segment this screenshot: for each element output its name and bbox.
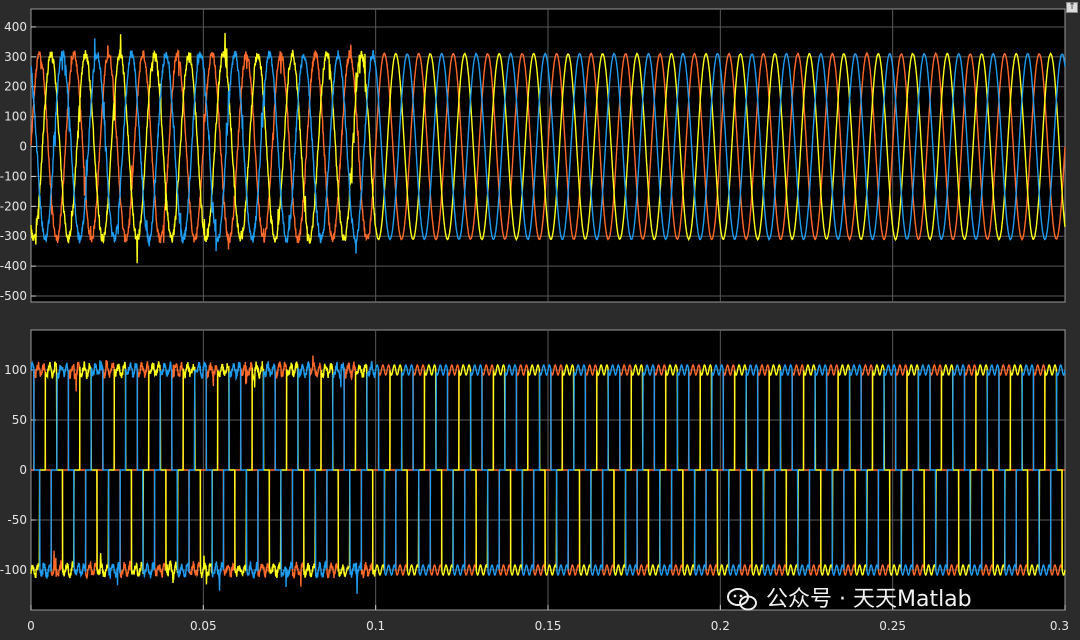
x-tick-label: 0.2 <box>711 619 730 633</box>
x-tick-label: 0.3 <box>1050 619 1069 633</box>
lower-current-axes: 100 50 0 -50 -100 <box>0 329 1066 611</box>
y-tick-label: -100 <box>0 563 27 577</box>
x-tick-label: 0 <box>27 619 35 633</box>
x-tick-label: 0.25 <box>879 619 906 633</box>
upper-voltage-axes: 400 300 200 100 0 -100 -200 -300 -400 -500 <box>0 8 1066 303</box>
y-tick-label: 100 <box>4 110 27 124</box>
y-tick-label: 0 <box>19 140 27 154</box>
y-tick-label: -200 <box>0 199 27 213</box>
y-tick-label: -300 <box>0 229 27 243</box>
y-tick-label: 300 <box>4 50 27 64</box>
restore-icon[interactable]: ↑ <box>1066 2 1078 13</box>
x-tick-label: 0.05 <box>190 619 217 633</box>
y-tick-label: -500 <box>0 289 27 303</box>
y-tick-label: 400 <box>4 20 27 34</box>
y-tick-label: -50 <box>7 513 27 527</box>
y-tick-label: 200 <box>4 80 27 94</box>
y-tick-label: -100 <box>0 169 27 183</box>
y-tick-label: 50 <box>12 413 27 427</box>
y-tick-label: 100 <box>4 363 27 377</box>
y-tick-label: -400 <box>0 259 27 273</box>
y-tick-label: 0 <box>19 463 27 477</box>
scope-figure: 4003002001000-100-200-300-400-500 100500… <box>0 8 1069 633</box>
watermark-text: 公众号 · 天天Matlab <box>766 587 972 612</box>
x-tick-label: 0.1 <box>366 619 385 633</box>
x-tick-label: 0.15 <box>535 619 562 633</box>
